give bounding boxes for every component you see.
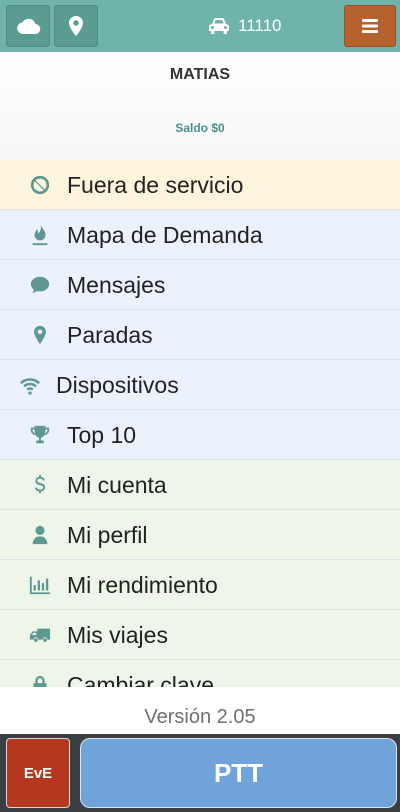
side-menu: Fuera de servicio Mapa de Demanda Mensaj… (0, 160, 400, 687)
menu-item-label: Mi cuenta (67, 472, 167, 498)
menu-button[interactable] (344, 5, 396, 47)
driver-name: MATIAS (169, 66, 231, 83)
menu-item-paradas[interactable]: Paradas (0, 310, 400, 360)
app-root: 11110 MATIAS Saldo $0 Fuera de servicio … (0, 0, 400, 812)
truck-icon (28, 623, 52, 647)
hamburger-icon (362, 19, 378, 33)
menu-item-label: Cambiar clave (67, 672, 214, 687)
menu-item-mi-rendimiento[interactable]: Mi rendimiento (0, 560, 400, 610)
menu-item-mi-cuenta[interactable]: Mi cuenta (0, 460, 400, 510)
driver-profile: MATIAS Saldo $0 (0, 52, 400, 160)
menu-item-dispositivos[interactable]: Dispositivos (0, 360, 400, 410)
vehicle-indicator: 11110 (208, 16, 282, 36)
ptt-button[interactable]: PTT (80, 738, 397, 808)
map-marker-icon (69, 16, 83, 36)
menu-item-mi-perfil[interactable]: Mi perfil (0, 510, 400, 560)
map-marker-icon (28, 323, 52, 347)
comment-icon (28, 273, 52, 297)
menu-item-mapa-de-demanda[interactable]: Mapa de Demanda (0, 210, 400, 260)
wifi-icon (18, 373, 42, 397)
menu-item-label: Mis viajes (67, 622, 168, 648)
lock-icon (28, 673, 52, 687)
menu-item-label: Fuera de servicio (67, 172, 244, 198)
fire-icon (28, 223, 52, 247)
top-bar: 11110 (0, 0, 400, 52)
eve-button[interactable]: EvE (6, 738, 70, 808)
app-version: Versión 2.05 (0, 687, 400, 734)
menu-item-label: Mensajes (67, 272, 166, 298)
user-icon (28, 523, 52, 547)
menu-item-cambiar-clave[interactable]: Cambiar clave (0, 660, 400, 687)
driver-balance: Saldo $0 (175, 121, 225, 135)
cloud-button[interactable] (6, 5, 50, 47)
menu-item-label: Mi perfil (67, 522, 148, 548)
menu-item-label: Mi rendimiento (67, 572, 218, 598)
menu-item-mis-viajes[interactable]: Mis viajes (0, 610, 400, 660)
vehicle-number: 11110 (238, 16, 282, 35)
menu-item-mensajes[interactable]: Mensajes (0, 260, 400, 310)
menu-item-label: Top 10 (67, 422, 137, 448)
menu-item-label: Paradas (67, 322, 153, 348)
trophy-icon (28, 423, 52, 447)
cloud-icon (17, 18, 41, 35)
bar-chart-icon (28, 573, 52, 597)
dollar-icon (28, 473, 52, 497)
car-icon (209, 18, 229, 34)
ban-icon (28, 173, 52, 197)
menu-item-label: Mapa de Demanda (67, 222, 263, 248)
location-button[interactable] (54, 5, 98, 47)
menu-item-label: Dispositivos (56, 372, 179, 398)
menu-item-fuera-de-servicio[interactable]: Fuera de servicio (0, 160, 400, 210)
menu-item-top-10[interactable]: Top 10 (0, 410, 400, 460)
bottom-bar: EvE PTT (0, 734, 400, 812)
